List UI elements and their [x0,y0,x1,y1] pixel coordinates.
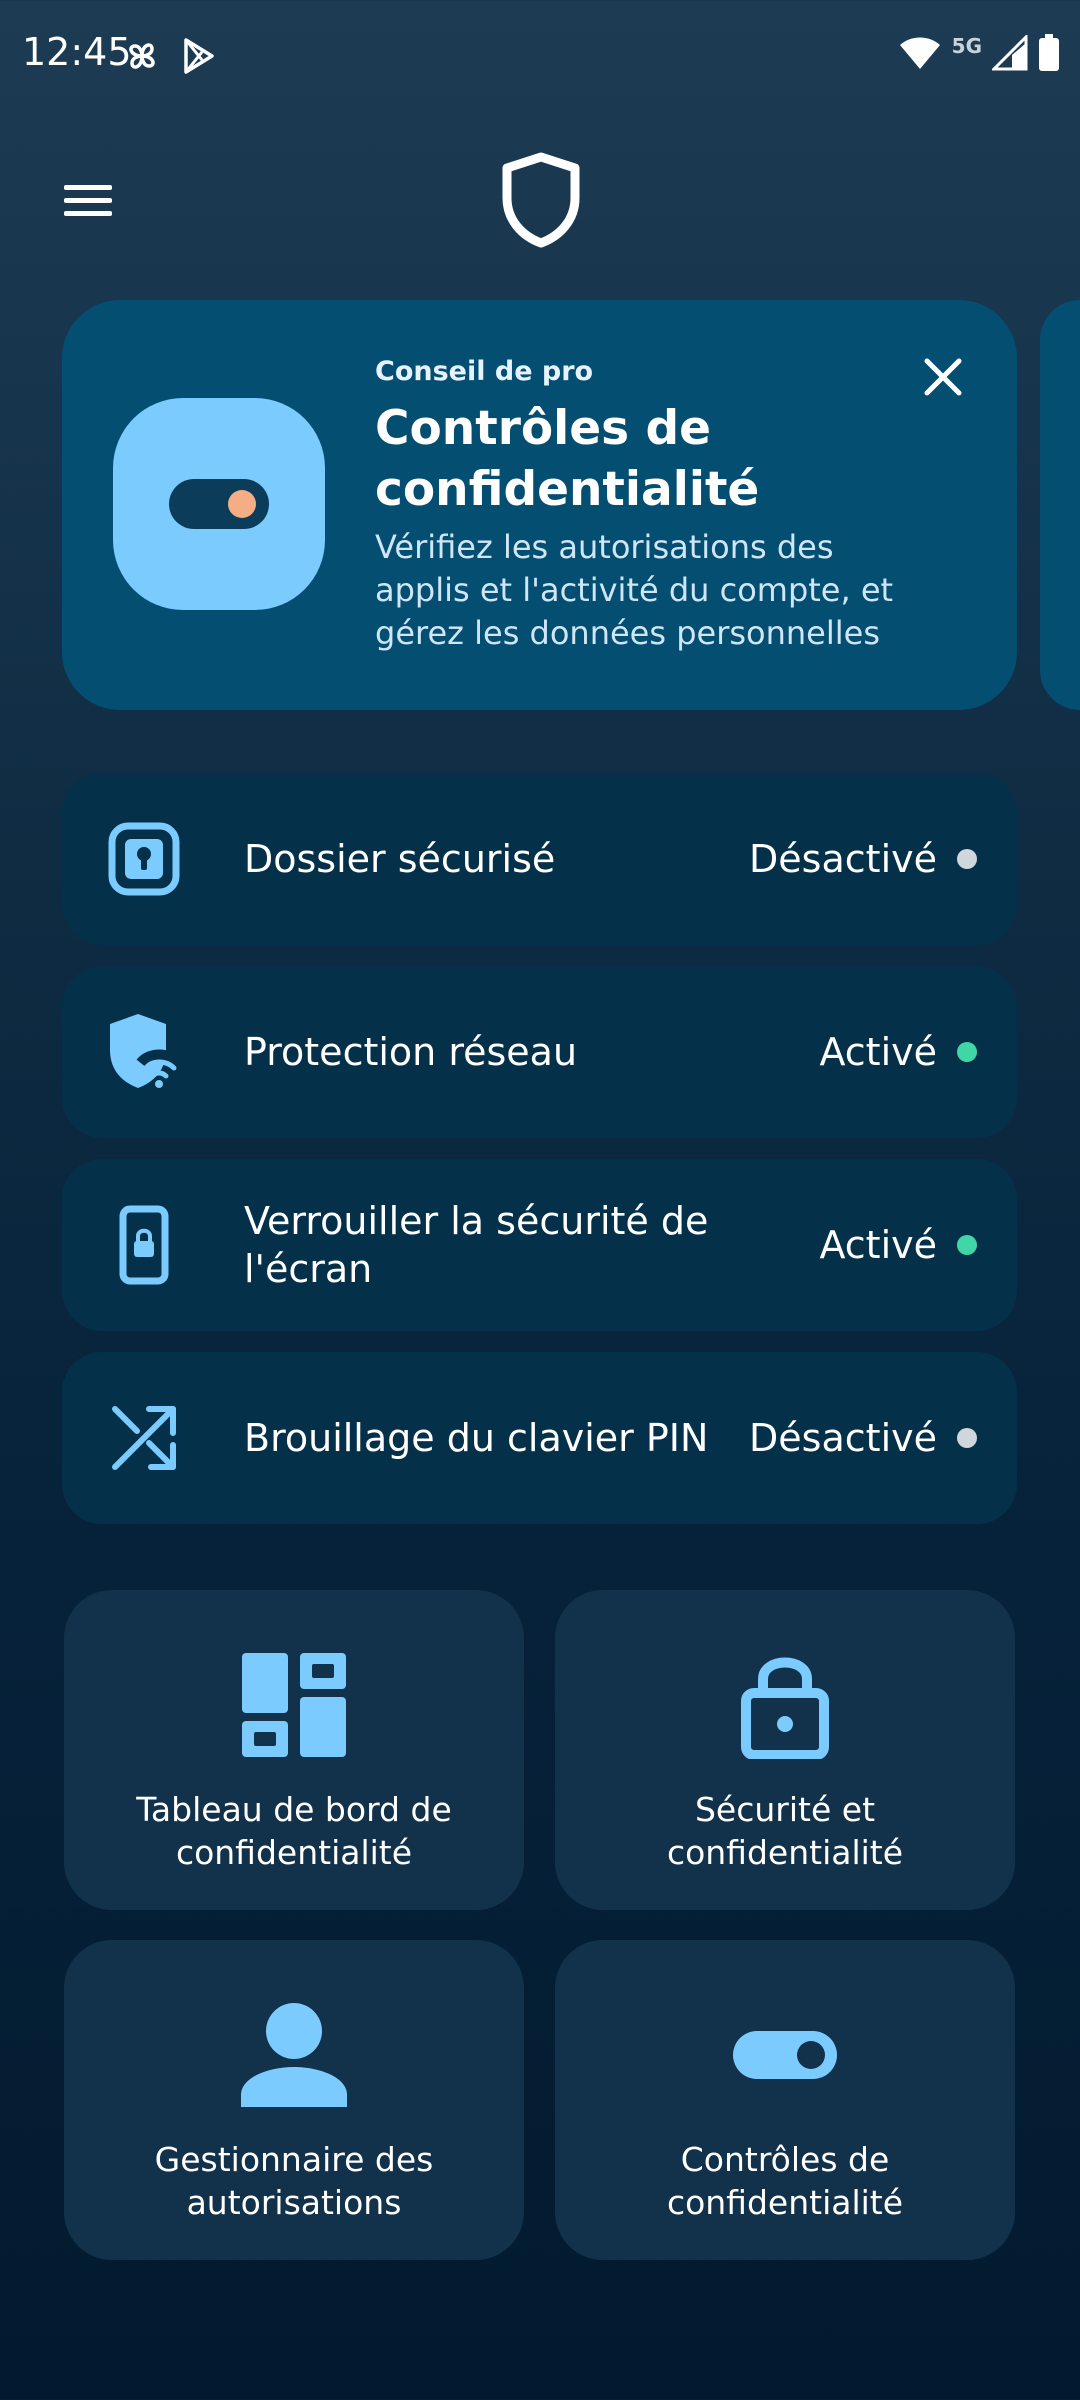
network-type-label: 5G [951,34,982,58]
status-system-icons: 5G [898,34,1060,72]
shield-logo-icon [502,152,580,248]
row-secure-folder[interactable]: Dossier sécurisé Désactivé [62,773,1017,945]
row-label: Protection réseau [244,1030,578,1074]
status-time: 12:45 [22,30,132,74]
lock-icon [555,1650,1015,1760]
row-status-value: Activé [819,1223,937,1267]
row-status-value: Désactivé [749,837,937,881]
tip-close-button[interactable] [910,344,976,410]
close-icon [924,358,962,396]
next-tip-card-peek[interactable] [1040,300,1080,710]
dashboard-icon [64,1650,524,1760]
shuffle-icon [104,1398,184,1478]
status-dot-on [957,1042,977,1062]
tip-illustration [113,398,325,610]
tip-eyebrow: Conseil de pro [375,356,594,387]
wifi-icon [899,37,940,69]
status-dot-off [957,1428,977,1448]
tile-privacy-controls[interactable]: Contrôles de confidentialité [555,1940,1015,2260]
tip-description: Vérifiez les autorisations des applis et… [375,528,894,652]
menu-button[interactable] [50,168,126,234]
row-status-value: Activé [819,1030,937,1074]
tile-security-privacy[interactable]: Sécurité et confidentialité [555,1590,1015,1910]
row-label: Brouillage du clavier PIN [244,1416,709,1460]
tip-title: Contrôles de confidentialité [375,401,760,517]
play-store-icon [184,38,214,74]
row-label: Verrouiller la sécurité de l'écran [244,1199,709,1291]
cell-signal-icon [992,35,1028,71]
toggle-icon [169,479,269,529]
row-label: Dossier sécurisé [244,837,556,881]
person-icon [64,2000,524,2110]
secure-folder-icon [104,819,184,899]
phone-lock-icon [104,1205,184,1285]
tile-label: Tableau de bord de confidentialité [136,1790,452,1872]
network-shield-icon [104,1012,184,1092]
battery-icon [1039,34,1059,71]
row-screen-lock[interactable]: Verrouiller la sécurité de l'écran Activ… [62,1159,1017,1331]
row-status-value: Désactivé [749,1416,937,1460]
toggle-icon [555,2000,1015,2110]
tile-label: Contrôles de confidentialité [666,2140,904,2222]
pinwheel-icon [129,43,155,69]
tile-permission-manager[interactable]: Gestionnaire des autorisations [64,1940,524,2260]
toggle-knob [228,490,256,518]
tile-label: Gestionnaire des autorisations [154,2140,434,2222]
row-pin-scramble[interactable]: Brouillage du clavier PIN Désactivé [62,1352,1017,1524]
status-dot-on [957,1235,977,1255]
tile-privacy-dashboard[interactable]: Tableau de bord de confidentialité [64,1590,524,1910]
tile-label: Sécurité et confidentialité [666,1790,904,1872]
hamburger-menu-icon [64,185,112,216]
status-dot-off [957,849,977,869]
row-network-protection[interactable]: Protection réseau Activé [62,966,1017,1138]
status-notification-icons [122,36,218,76]
